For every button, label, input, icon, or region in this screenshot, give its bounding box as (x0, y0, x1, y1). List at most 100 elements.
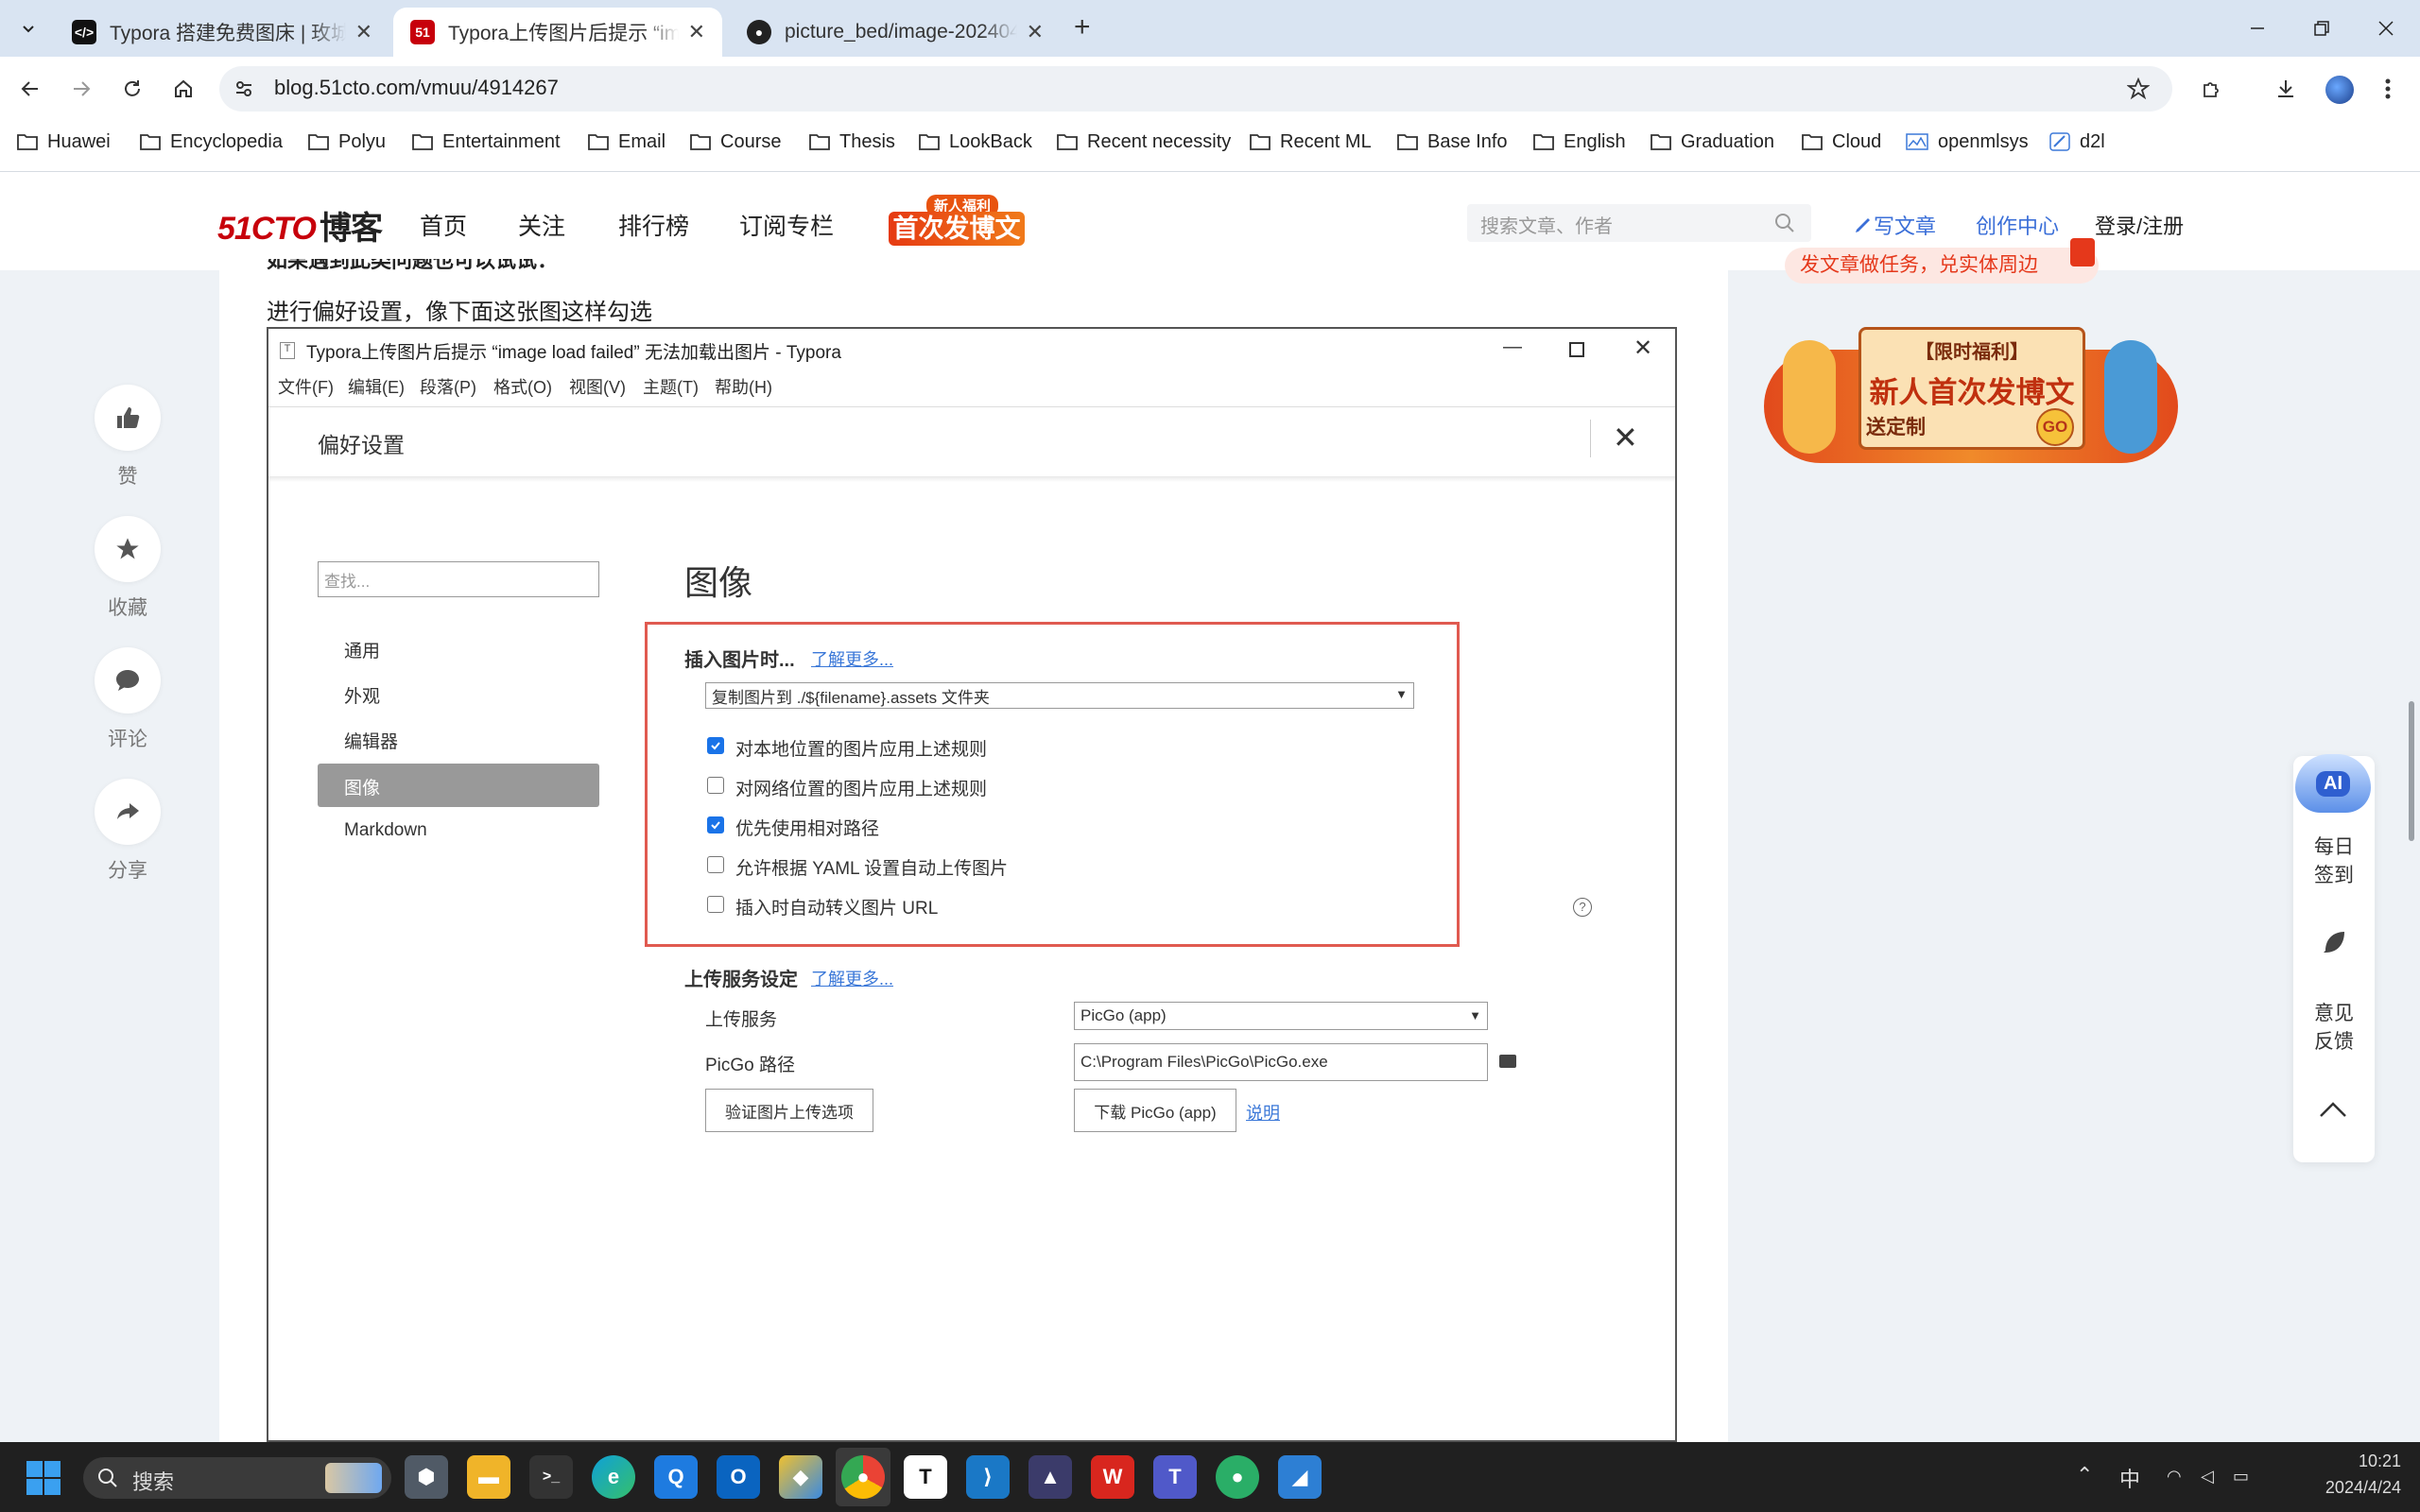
bookmark-recent-necessity[interactable]: Recent necessity (1057, 127, 1231, 157)
favorite-button[interactable] (95, 516, 161, 582)
close-tab-icon[interactable]: ✕ (355, 20, 372, 44)
daily-checkin-button[interactable]: 每日 签到 (2293, 833, 2375, 890)
bookmark-cloud[interactable]: Cloud (1802, 127, 1881, 157)
bookmark-d2l[interactable]: d2l (2049, 127, 2105, 157)
promo-ad-banner[interactable]: 【限时福利】 新人首次发博文 送定制 GO (1764, 321, 2178, 463)
url-text[interactable]: blog.51cto.com/vmuu/4914267 (274, 76, 559, 100)
folder-icon (17, 134, 38, 150)
nav-follow[interactable]: 关注 (518, 208, 565, 242)
nav-subscription[interactable]: 订阅专栏 (739, 208, 834, 242)
minimize-icon (2251, 27, 2264, 29)
site-logo[interactable]: 51CTO 博客 (217, 202, 383, 249)
forward-button[interactable] (62, 70, 100, 108)
bookmark-openmlsys[interactable]: openmlsys (1906, 127, 2029, 157)
back-button[interactable] (11, 70, 49, 108)
tab-2-active[interactable]: 51 Typora上传图片后提示 “image load failed” 无法加… (393, 8, 722, 57)
newbie-promo-badge[interactable]: 新人福利 首次发博文 (889, 195, 1025, 248)
ad-character-right (2104, 340, 2157, 454)
nav-ranking[interactable]: 排行榜 (618, 208, 689, 242)
star-icon (116, 538, 139, 559)
taskbar-wechat-icon[interactable]: ● (1216, 1455, 1259, 1499)
option-network-label: 对网络位置的图片应用上述规则 (735, 780, 988, 799)
favorite-label: 收藏 (108, 597, 147, 619)
taskbar-chrome-icon[interactable]: ● (841, 1455, 885, 1499)
taskbar-wps-icon[interactable]: W (1091, 1455, 1134, 1499)
profile-avatar[interactable] (2325, 76, 2354, 104)
taskbar-search-icon (96, 1467, 119, 1489)
preferences-search-input: 查找... (318, 561, 599, 597)
creator-center-link[interactable]: 创作中心 (1976, 210, 2059, 240)
browser-menu-button[interactable] (2369, 70, 2407, 108)
bookmark-course[interactable]: Course (690, 127, 781, 157)
bookmark-entertainment[interactable]: Entertainment (412, 127, 561, 157)
bookmark-huawei[interactable]: Huawei (17, 127, 111, 157)
page-scrollbar-thumb[interactable] (2409, 701, 2414, 841)
tab-3[interactable]: ● picture_bed/image-20240403 ✕ (730, 8, 1061, 57)
taskbar-file-explorer-icon[interactable]: ▬ (467, 1455, 510, 1499)
volume-icon[interactable]: ◁ (2201, 1467, 2214, 1486)
taskbar-terminal-icon[interactable]: >_ (529, 1455, 573, 1499)
like-button[interactable] (95, 385, 161, 451)
bookmark-thesis[interactable]: Thesis (809, 127, 895, 157)
tray-chevron-up-icon[interactable]: ⌃ (2076, 1463, 2093, 1487)
extensions-button[interactable] (2193, 70, 2231, 108)
wifi-icon[interactable]: ◠ (2167, 1467, 2182, 1486)
bookmark-polyu[interactable]: Polyu (308, 127, 386, 157)
bookmark-label: Thesis (839, 130, 895, 152)
minimize-button[interactable] (2225, 0, 2290, 57)
option-relative-checkbox (707, 816, 724, 833)
bookmark-recent-ml[interactable]: Recent ML (1250, 127, 1372, 157)
bookmark-encyclopedia[interactable]: Encyclopedia (140, 127, 283, 157)
feedback-button[interactable]: 意见 反馈 (2293, 1000, 2375, 1057)
upload-service-select: PicGo (app) ▼ (1074, 1002, 1488, 1030)
taskbar-outlook-icon[interactable]: O (717, 1455, 760, 1499)
reload-button[interactable] (113, 70, 151, 108)
bookmark-email[interactable]: Email (588, 127, 666, 157)
share-button[interactable] (95, 779, 161, 845)
taskbar-search-app-icon[interactable]: Q (654, 1455, 698, 1499)
close-window-button[interactable] (2354, 0, 2418, 57)
home-button[interactable] (164, 70, 202, 108)
comment-button[interactable] (95, 647, 161, 713)
restore-button[interactable] (2290, 0, 2354, 57)
new-tab-button[interactable]: + (1074, 11, 1091, 43)
windows-start-icon[interactable] (26, 1461, 60, 1495)
ad-character-left (1783, 340, 1836, 454)
taskbar-app-cube-icon[interactable]: ⬢ (405, 1455, 448, 1499)
close-tab-icon[interactable]: ✕ (688, 20, 705, 44)
back-to-top-chevron-icon[interactable] (2318, 1100, 2348, 1119)
site-info-icon[interactable] (234, 79, 253, 98)
typora-menu-help: 帮助(H) (715, 378, 772, 397)
ai-assistant-button[interactable]: AI (2295, 754, 2371, 813)
close-tab-icon[interactable]: ✕ (1027, 20, 1044, 44)
write-article-link[interactable]: 写文章 (1853, 210, 1936, 240)
taskbar-photos-icon[interactable]: ▲ (1028, 1455, 1072, 1499)
clock-date[interactable]: 2024/4/24 (2278, 1478, 2401, 1498)
bookmark-english[interactable]: English (1533, 127, 1626, 157)
download-picgo-button: 下载 PicGo (app) (1074, 1089, 1236, 1132)
taskbar-git-icon[interactable]: ◆ (779, 1455, 822, 1499)
login-register-link[interactable]: 登录/注册 (2095, 210, 2184, 240)
search-icon[interactable] (1773, 212, 1796, 234)
tab-search-button[interactable] (13, 13, 43, 43)
ime-indicator[interactable]: 中 (2119, 1463, 2140, 1493)
taskbar-teams-icon[interactable]: T (1153, 1455, 1197, 1499)
taskbar-typora-icon[interactable]: T (904, 1455, 947, 1499)
bookmark-lookback[interactable]: LookBack (919, 127, 1032, 157)
bookmark-graduation[interactable]: Graduation (1651, 127, 1774, 157)
bookmark-base-info[interactable]: Base Info (1397, 127, 1508, 157)
taskbar-app-icon[interactable]: ◢ (1278, 1455, 1322, 1499)
battery-icon[interactable]: ▭ (2233, 1467, 2249, 1486)
nav-home[interactable]: 首页 (420, 208, 467, 242)
taskbar-edge-icon[interactable]: e (592, 1455, 635, 1499)
downloads-button[interactable] (2267, 70, 2305, 108)
feather-icon[interactable] (2320, 928, 2348, 956)
option-network-checkbox (707, 777, 724, 794)
taskbar-vscode-icon[interactable]: ⟩ (966, 1455, 1010, 1499)
folder-icon (1250, 134, 1270, 150)
tab-1[interactable]: </> Typora 搭建免费图床 | 玫城狮 ✕ (55, 8, 389, 57)
bookmark-label: Cloud (1832, 130, 1882, 152)
clock-time[interactable]: 10:21 (2316, 1452, 2401, 1471)
task-banner[interactable]: 发文章做任务，兑实体周边 (1785, 248, 2099, 284)
bookmark-star-button[interactable] (2119, 70, 2157, 108)
